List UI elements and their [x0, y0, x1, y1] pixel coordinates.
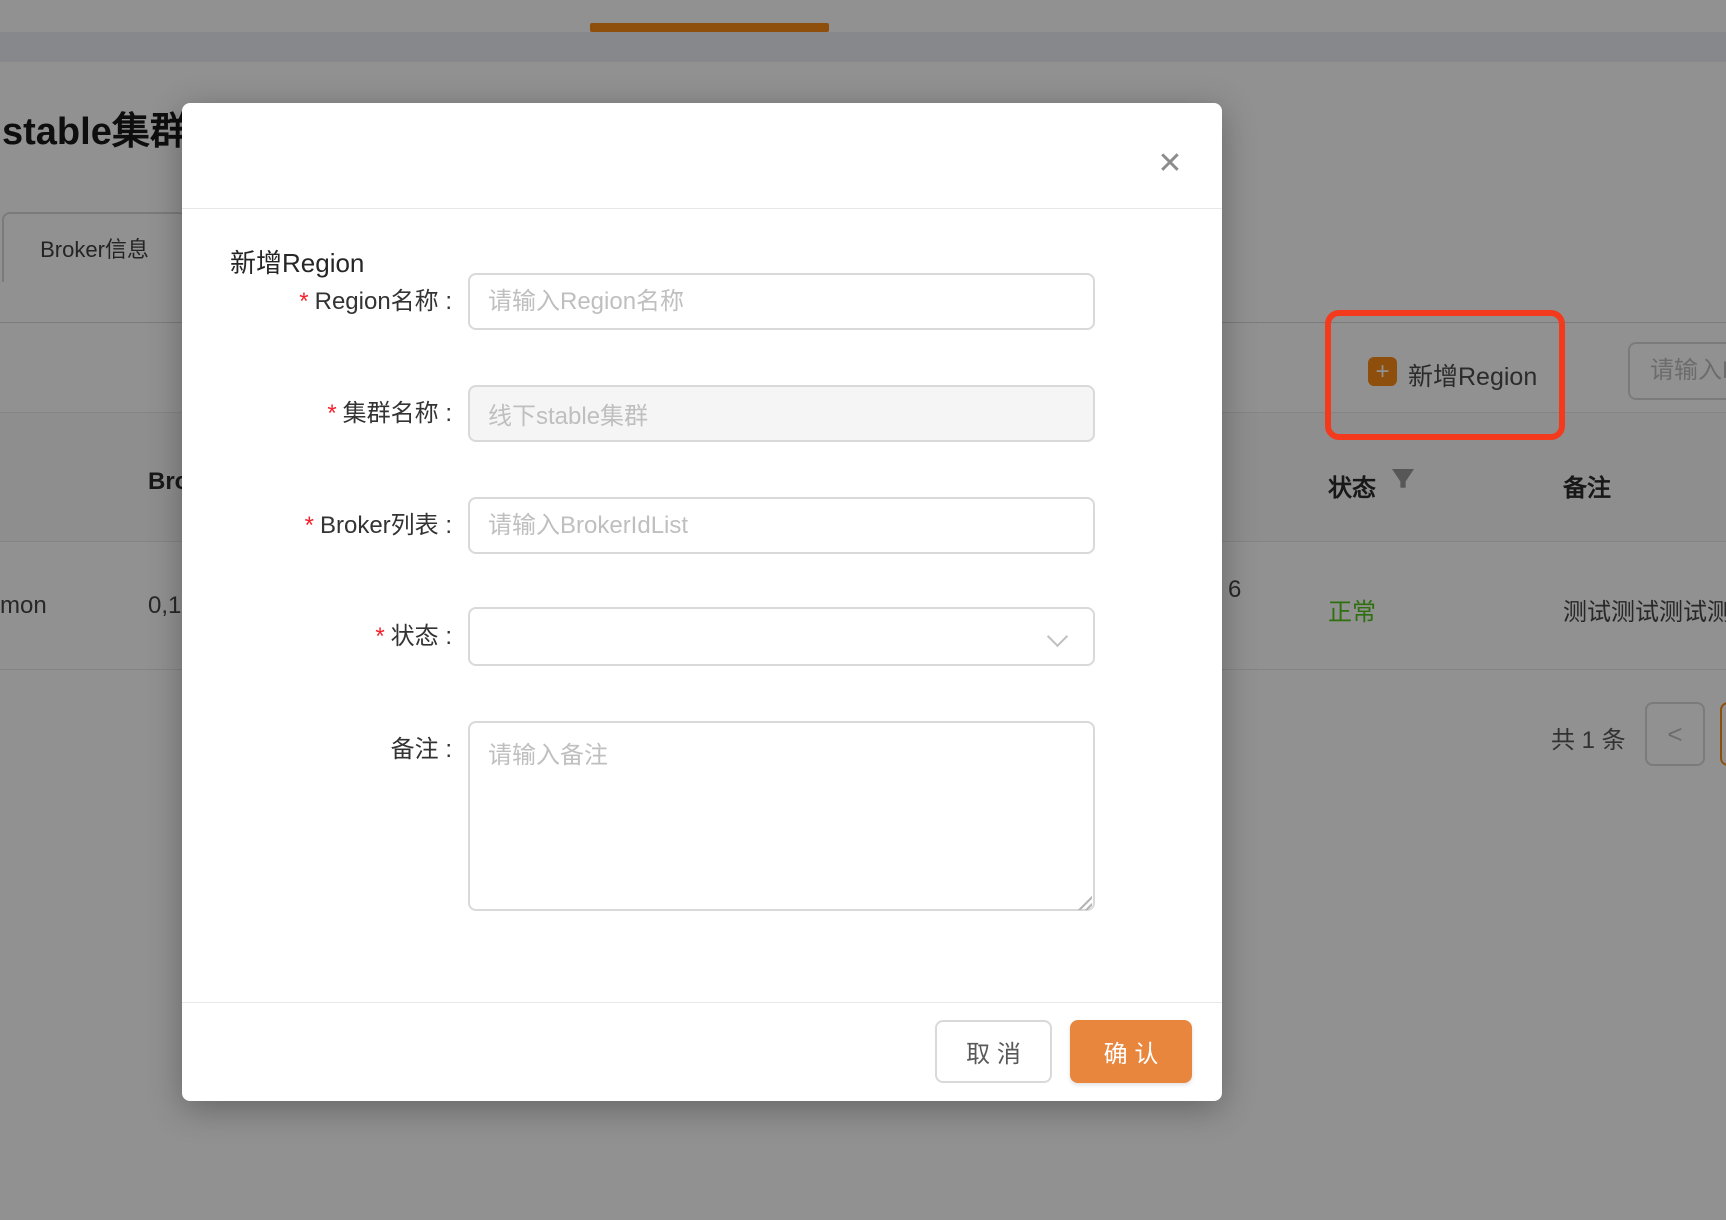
- close-icon[interactable]: ✕: [1148, 141, 1192, 185]
- label-region-name: *Region名称 :: [182, 273, 452, 330]
- cancel-button[interactable]: 取 消: [935, 1020, 1052, 1083]
- required-mark: *: [299, 288, 308, 315]
- region-name-input[interactable]: [468, 273, 1095, 330]
- required-mark: *: [305, 512, 314, 539]
- status-select[interactable]: [468, 607, 1095, 666]
- label-cluster-name: *集群名称 :: [182, 385, 452, 442]
- annotation-highlight-box: [1325, 310, 1565, 440]
- chevron-down-icon: [1047, 626, 1068, 647]
- confirm-button[interactable]: 确 认: [1070, 1020, 1192, 1083]
- add-region-modal: 新增Region ✕ *Region名称 : *集群名称 : *Broker列表…: [182, 103, 1222, 1101]
- label-remark: 备注 :: [182, 721, 452, 778]
- label-status: *状态 :: [182, 607, 452, 666]
- label-broker-list: *Broker列表 :: [182, 497, 452, 554]
- required-mark: *: [327, 400, 336, 427]
- required-mark: *: [375, 623, 384, 650]
- cluster-name-input: [468, 385, 1095, 442]
- broker-list-input[interactable]: [468, 497, 1095, 554]
- screen: stable集群 Broker信息 + 新增Region Bro 状态 备注 m…: [0, 0, 1726, 1220]
- remark-textarea[interactable]: [468, 721, 1095, 911]
- modal-footer-divider: [182, 1002, 1222, 1003]
- modal-header-divider: [182, 208, 1222, 209]
